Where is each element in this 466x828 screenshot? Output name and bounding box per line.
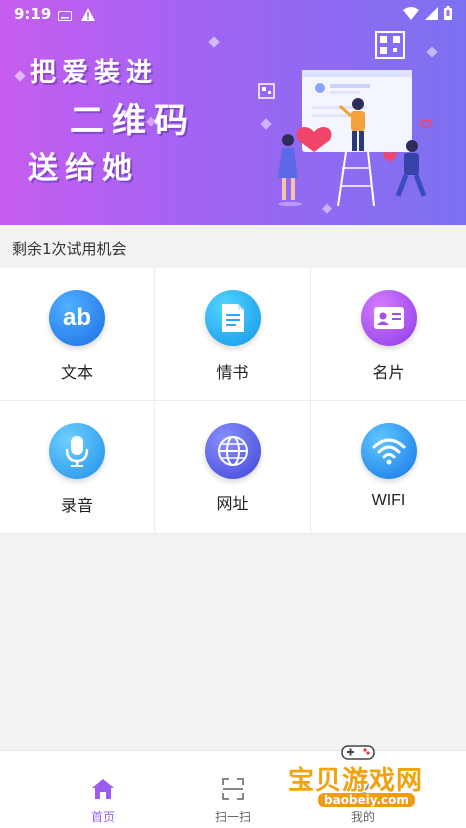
qr-type-grid: ab 文本 情书 名片 录音 网址 WIFI (0, 268, 466, 534)
nav-home[interactable]: 首页 (43, 751, 163, 828)
grid-item-wifi[interactable]: WIFI (311, 401, 466, 534)
grid-item-label: 情书 (216, 363, 249, 382)
grid-item-business-card[interactable]: 名片 (311, 268, 466, 401)
grid-item-label: 文本 (60, 363, 93, 382)
grid-item-label: 名片 (372, 363, 405, 382)
scan-icon (222, 778, 244, 800)
document-icon (204, 290, 261, 346)
nav-scan-label: 扫一扫 (214, 810, 251, 824)
grid-item-recording[interactable]: 录音 (0, 401, 155, 534)
microphone-icon (49, 423, 105, 479)
grid-item-text[interactable]: ab 文本 (0, 268, 155, 401)
trial-remaining-text: 剩余1次试用机会 (12, 240, 127, 258)
grid-item-label: 网址 (216, 494, 249, 513)
nav-home-label: 首页 (90, 810, 115, 824)
grid-item-label: WIFI (371, 492, 406, 509)
grid-item-url[interactable]: 网址 (155, 401, 311, 534)
watermark-url: baobeiy.com (318, 793, 415, 807)
globe-icon (204, 423, 261, 479)
gamepad-icon (341, 745, 375, 760)
trial-info-bar: 剩余1次试用机会 (0, 225, 466, 268)
grid-item-label: 录音 (60, 496, 93, 515)
watermark-text: 宝贝游戏网 (288, 766, 424, 796)
grid-item-love-letter[interactable]: 情书 (155, 268, 311, 401)
wifi-icon (360, 423, 417, 479)
ab-text-icon: ab (49, 290, 105, 346)
id-card-icon (360, 290, 417, 346)
couple-qr-illustration (258, 31, 433, 207)
watermark-logo: 宝贝游戏网 baobeiy.com (288, 742, 438, 822)
home-icon (92, 779, 114, 799)
hero-banner[interactable]: 9:19 把爱装进 二维码 送给她 (0, 0, 466, 225)
nav-scan[interactable]: 扫一扫 (173, 751, 293, 828)
